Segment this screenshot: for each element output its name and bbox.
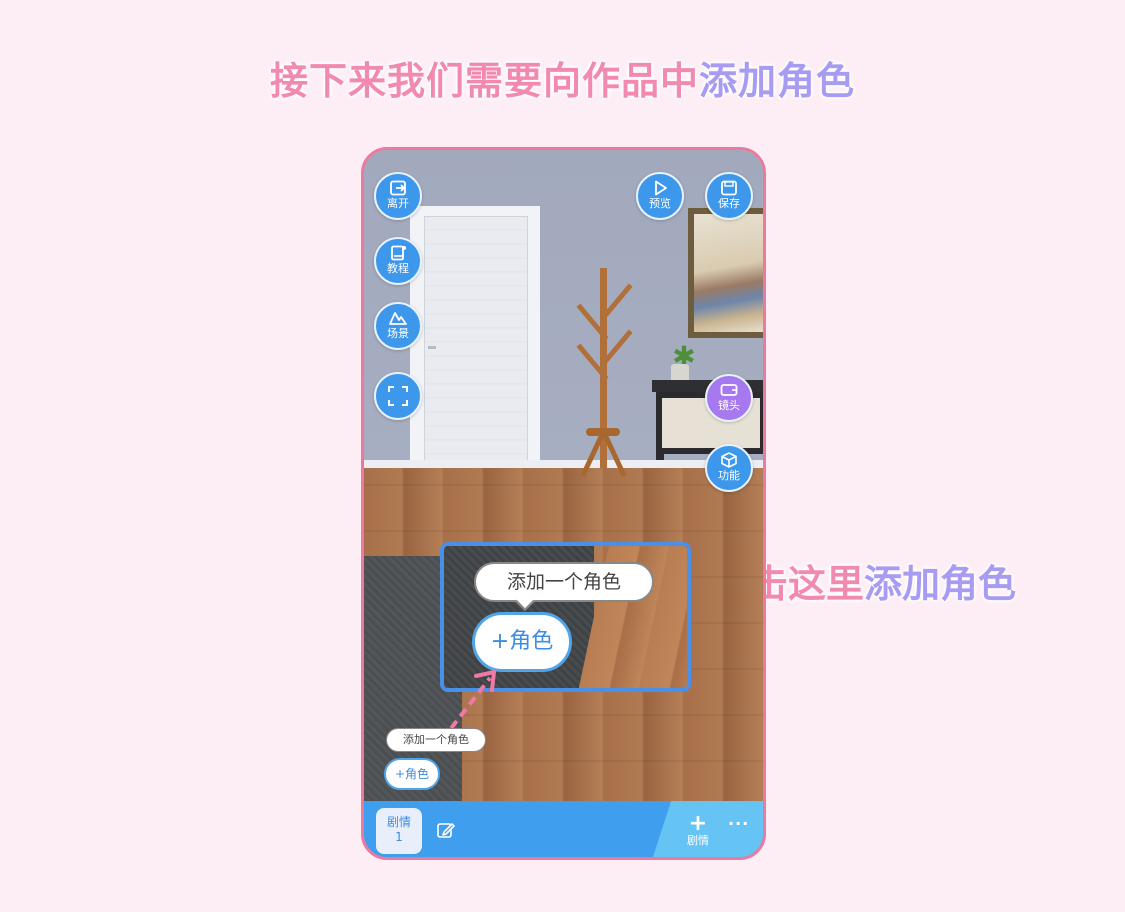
headline-text: 接下来我们需要向作品中 [269,59,699,103]
plot-tab-label: 剧情 [386,815,411,829]
callout-highlight: 添加角色 [864,562,1017,606]
phone-screen: ✱ 离开 教程 场景 预览 保存 镜头 功能 添加一个角色 +角色 添加一个角色… [361,147,766,860]
pointer-arrow-icon [440,669,497,742]
add-plot-button[interactable]: + 剧情 [680,811,716,848]
page-headline: 接下来我们需要向作品中添加角色 [0,50,1125,105]
more-options-button[interactable]: ··· [728,814,749,833]
add-plot-label: 剧情 [687,834,709,847]
edit-icon[interactable] [436,820,456,840]
plus-icon: + [688,811,708,836]
add-character-tooltip: 添加一个角色 [386,728,486,752]
plot-tab-number: 1 [395,830,403,844]
headline-highlight: 添加角色 [699,59,856,103]
add-character-button[interactable]: +角色 [384,758,440,790]
plot-tab-1[interactable]: 剧情 1 [376,808,422,854]
